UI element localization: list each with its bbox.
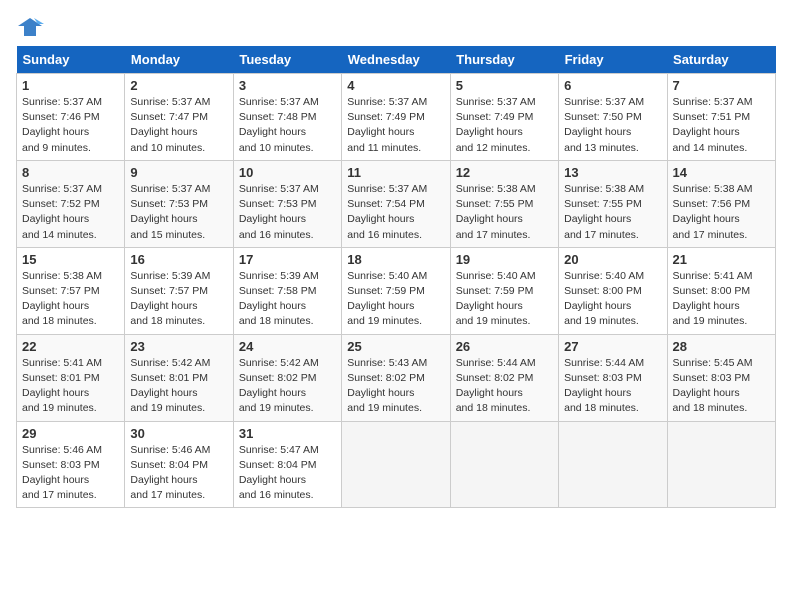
calendar-week-4: 29Sunrise: 5:46 AMSunset: 8:03 PMDayligh… [17, 421, 776, 508]
calendar-day-12: 12Sunrise: 5:38 AMSunset: 7:55 PMDayligh… [450, 160, 558, 247]
calendar-day-28: 28Sunrise: 5:45 AMSunset: 8:03 PMDayligh… [667, 334, 775, 421]
day-header-monday: Monday [125, 46, 233, 74]
day-headers-row: SundayMondayTuesdayWednesdayThursdayFrid… [17, 46, 776, 74]
day-header-wednesday: Wednesday [342, 46, 450, 74]
calendar-day-8: 8Sunrise: 5:37 AMSunset: 7:52 PMDaylight… [17, 160, 125, 247]
day-header-friday: Friday [559, 46, 667, 74]
calendar-day-empty [559, 421, 667, 508]
calendar-day-22: 22Sunrise: 5:41 AMSunset: 8:01 PMDayligh… [17, 334, 125, 421]
calendar-day-14: 14Sunrise: 5:38 AMSunset: 7:56 PMDayligh… [667, 160, 775, 247]
calendar-day-19: 19Sunrise: 5:40 AMSunset: 7:59 PMDayligh… [450, 247, 558, 334]
calendar-day-15: 15Sunrise: 5:38 AMSunset: 7:57 PMDayligh… [17, 247, 125, 334]
calendar-day-7: 7Sunrise: 5:37 AMSunset: 7:51 PMDaylight… [667, 74, 775, 161]
calendar-day-empty [667, 421, 775, 508]
calendar-table: SundayMondayTuesdayWednesdayThursdayFrid… [16, 46, 776, 508]
day-header-saturday: Saturday [667, 46, 775, 74]
calendar-week-3: 22Sunrise: 5:41 AMSunset: 8:01 PMDayligh… [17, 334, 776, 421]
calendar-day-25: 25Sunrise: 5:43 AMSunset: 8:02 PMDayligh… [342, 334, 450, 421]
day-header-thursday: Thursday [450, 46, 558, 74]
calendar-day-3: 3Sunrise: 5:37 AMSunset: 7:48 PMDaylight… [233, 74, 341, 161]
day-header-sunday: Sunday [17, 46, 125, 74]
day-header-tuesday: Tuesday [233, 46, 341, 74]
calendar-day-4: 4Sunrise: 5:37 AMSunset: 7:49 PMDaylight… [342, 74, 450, 161]
calendar-day-5: 5Sunrise: 5:37 AMSunset: 7:49 PMDaylight… [450, 74, 558, 161]
logo-bird-icon [16, 16, 44, 38]
calendar-day-24: 24Sunrise: 5:42 AMSunset: 8:02 PMDayligh… [233, 334, 341, 421]
calendar-day-23: 23Sunrise: 5:42 AMSunset: 8:01 PMDayligh… [125, 334, 233, 421]
calendar-week-2: 15Sunrise: 5:38 AMSunset: 7:57 PMDayligh… [17, 247, 776, 334]
calendar-day-empty [342, 421, 450, 508]
logo [16, 16, 48, 38]
calendar-day-11: 11Sunrise: 5:37 AMSunset: 7:54 PMDayligh… [342, 160, 450, 247]
calendar-day-10: 10Sunrise: 5:37 AMSunset: 7:53 PMDayligh… [233, 160, 341, 247]
calendar-day-31: 31Sunrise: 5:47 AMSunset: 8:04 PMDayligh… [233, 421, 341, 508]
calendar-day-1: 1Sunrise: 5:37 AMSunset: 7:46 PMDaylight… [17, 74, 125, 161]
calendar-day-6: 6Sunrise: 5:37 AMSunset: 7:50 PMDaylight… [559, 74, 667, 161]
calendar-day-21: 21Sunrise: 5:41 AMSunset: 8:00 PMDayligh… [667, 247, 775, 334]
calendar-day-27: 27Sunrise: 5:44 AMSunset: 8:03 PMDayligh… [559, 334, 667, 421]
header [16, 16, 776, 38]
calendar-day-17: 17Sunrise: 5:39 AMSunset: 7:58 PMDayligh… [233, 247, 341, 334]
calendar-day-13: 13Sunrise: 5:38 AMSunset: 7:55 PMDayligh… [559, 160, 667, 247]
calendar-week-0: 1Sunrise: 5:37 AMSunset: 7:46 PMDaylight… [17, 74, 776, 161]
calendar-day-29: 29Sunrise: 5:46 AMSunset: 8:03 PMDayligh… [17, 421, 125, 508]
calendar-week-1: 8Sunrise: 5:37 AMSunset: 7:52 PMDaylight… [17, 160, 776, 247]
calendar-day-30: 30Sunrise: 5:46 AMSunset: 8:04 PMDayligh… [125, 421, 233, 508]
calendar-day-2: 2Sunrise: 5:37 AMSunset: 7:47 PMDaylight… [125, 74, 233, 161]
calendar-day-26: 26Sunrise: 5:44 AMSunset: 8:02 PMDayligh… [450, 334, 558, 421]
calendar-day-9: 9Sunrise: 5:37 AMSunset: 7:53 PMDaylight… [125, 160, 233, 247]
calendar-day-16: 16Sunrise: 5:39 AMSunset: 7:57 PMDayligh… [125, 247, 233, 334]
calendar-day-18: 18Sunrise: 5:40 AMSunset: 7:59 PMDayligh… [342, 247, 450, 334]
calendar-day-empty [450, 421, 558, 508]
calendar-day-20: 20Sunrise: 5:40 AMSunset: 8:00 PMDayligh… [559, 247, 667, 334]
